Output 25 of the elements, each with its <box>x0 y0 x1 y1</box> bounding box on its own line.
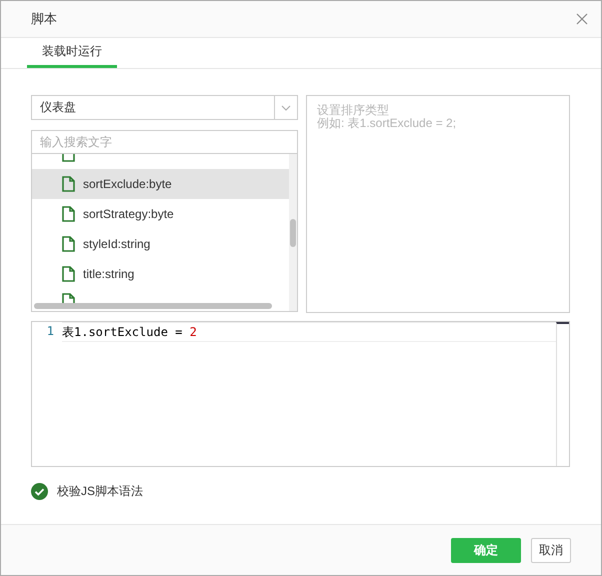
horizontal-scrollbar[interactable] <box>34 303 272 309</box>
property-item[interactable]: sortExclude:byte <box>32 169 289 199</box>
property-item[interactable]: sortStrategy:byte <box>32 199 289 229</box>
dialog-title: 脚本 <box>31 10 57 28</box>
caret-icon <box>281 104 291 110</box>
file-icon <box>62 236 75 252</box>
file-icon <box>62 293 75 304</box>
property-item[interactable]: styleId:string <box>32 229 289 259</box>
hint-text: 例如: 表1.sortExclude = 2; <box>317 117 458 130</box>
property-item[interactable]: title:string <box>32 259 289 289</box>
code-editor[interactable]: 1 表1.sortExclude = 2 <box>31 321 570 467</box>
file-icon <box>62 266 75 282</box>
validate-label: 校验JS脚本语法 <box>57 483 144 500</box>
scrollbar[interactable] <box>289 154 297 311</box>
check-circle-icon[interactable] <box>31 483 48 500</box>
search-field[interactable]: 输入搜索文字 <box>31 130 298 154</box>
object-select[interactable]: 仪表盘 <box>31 95 298 120</box>
tab[interactable]: 装载时运行 <box>27 38 117 68</box>
line-number: 1 <box>46 323 55 340</box>
file-icon <box>62 176 75 192</box>
cancel-button[interactable]: 取消 <box>531 538 571 562</box>
file-icon <box>62 206 75 222</box>
hint-text: 设置排序类型 <box>317 104 390 117</box>
close-button[interactable] <box>575 12 589 26</box>
scrollbar[interactable] <box>556 322 569 466</box>
